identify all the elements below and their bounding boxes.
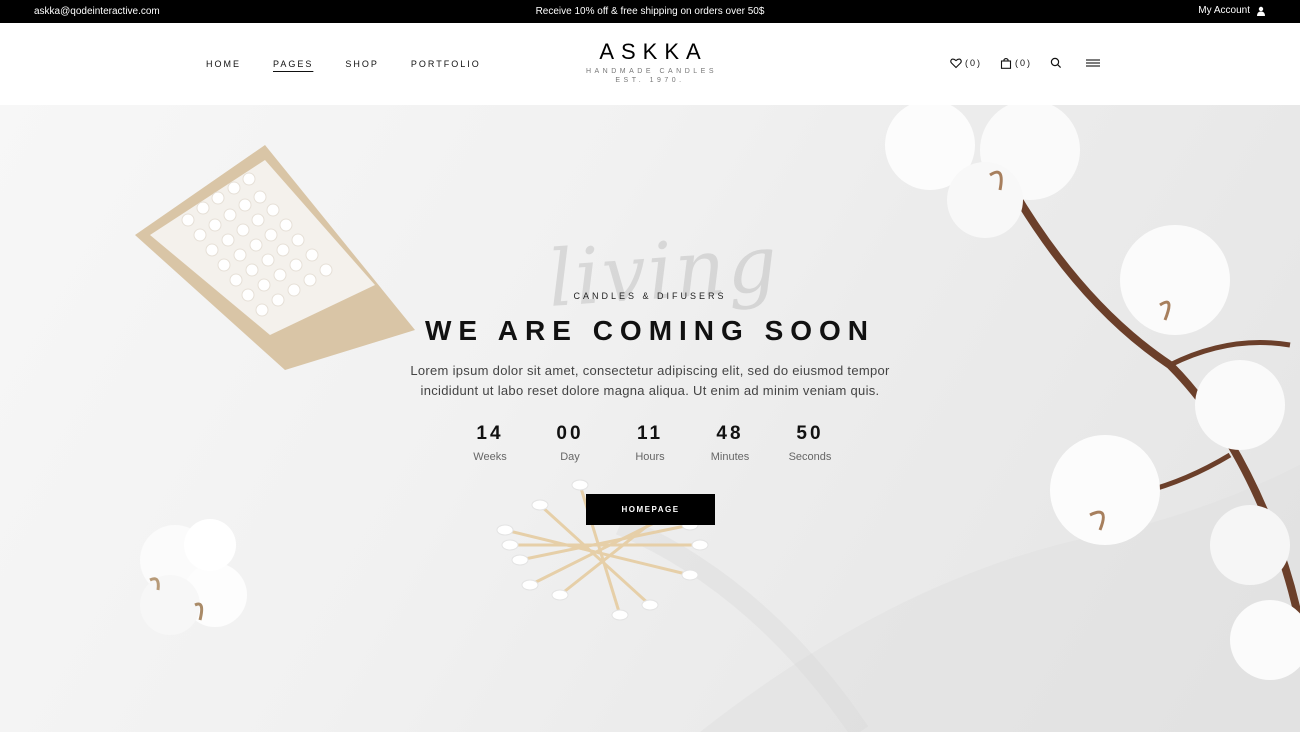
menu-button[interactable] bbox=[1086, 57, 1100, 69]
countdown-label: Hours bbox=[635, 451, 665, 463]
hero-description-line-1: Lorem ipsum dolor sit amet, consectetur … bbox=[410, 363, 890, 378]
countdown: 14 Weeks 00 Day 11 Hours 48 Minutes 50 S… bbox=[450, 423, 850, 463]
promo-text: Receive 10% off & free shipping on order… bbox=[535, 6, 765, 17]
site-logo[interactable]: ASKKA HANDMADE CANDLES EST. 1970. bbox=[0, 39, 1300, 84]
hero-section: living CANDLES & DIFUSERS WE ARE COMING … bbox=[0, 105, 1300, 732]
countdown-weeks: 14 Weeks bbox=[450, 423, 530, 463]
wishlist-button[interactable]: (0) bbox=[950, 57, 982, 69]
top-bar: askka@qodeinteractive.com Receive 10% of… bbox=[0, 0, 1300, 23]
countdown-value: 00 bbox=[556, 423, 584, 444]
site-header: HOME PAGES SHOP PORTFOLIO ASKKA HANDMADE… bbox=[0, 23, 1300, 105]
logo-tagline: HANDMADE CANDLES bbox=[585, 68, 718, 75]
my-account-label: My Account bbox=[1198, 5, 1250, 16]
wishlist-count: (0) bbox=[965, 58, 982, 68]
countdown-seconds: 50 Seconds bbox=[770, 423, 850, 463]
logo-brand: ASKKA bbox=[599, 39, 708, 64]
menu-icon bbox=[1086, 59, 1100, 67]
countdown-days: 00 Day bbox=[530, 423, 610, 463]
coming-soon-content: living CANDLES & DIFUSERS WE ARE COMING … bbox=[0, 105, 1300, 732]
user-icon bbox=[1257, 6, 1265, 16]
header-tools: (0) (0) bbox=[950, 57, 1100, 69]
countdown-minutes: 48 Minutes bbox=[690, 423, 770, 463]
hero-eyebrow: CANDLES & DIFUSERS bbox=[573, 291, 727, 301]
countdown-value: 14 bbox=[476, 423, 504, 444]
countdown-label: Day bbox=[560, 451, 580, 463]
countdown-hours: 11 Hours bbox=[610, 423, 690, 463]
bag-icon bbox=[1000, 58, 1012, 69]
script-decoration: living bbox=[545, 219, 782, 325]
my-account-link[interactable]: My Account bbox=[1198, 5, 1266, 16]
countdown-value: 11 bbox=[636, 423, 664, 444]
search-icon bbox=[1050, 57, 1062, 69]
hero-description: Lorem ipsum dolor sit amet, consectetur … bbox=[0, 361, 1300, 401]
countdown-label: Seconds bbox=[788, 451, 832, 463]
countdown-value: 48 bbox=[716, 423, 744, 444]
hero-description-line-2: incididunt ut labo reset dolore magna al… bbox=[420, 383, 880, 398]
logo-est: EST. 1970. bbox=[615, 77, 685, 84]
cart-button[interactable]: (0) bbox=[1000, 57, 1032, 69]
countdown-label: Weeks bbox=[473, 451, 507, 463]
countdown-value: 50 bbox=[796, 423, 824, 444]
homepage-button[interactable]: HOMEPAGE bbox=[586, 494, 715, 525]
cart-count: (0) bbox=[1015, 58, 1032, 68]
hero-title: WE ARE COMING SOON bbox=[424, 315, 876, 346]
search-button[interactable] bbox=[1050, 57, 1062, 69]
countdown-label: Minutes bbox=[710, 451, 750, 463]
heart-icon bbox=[950, 58, 962, 69]
